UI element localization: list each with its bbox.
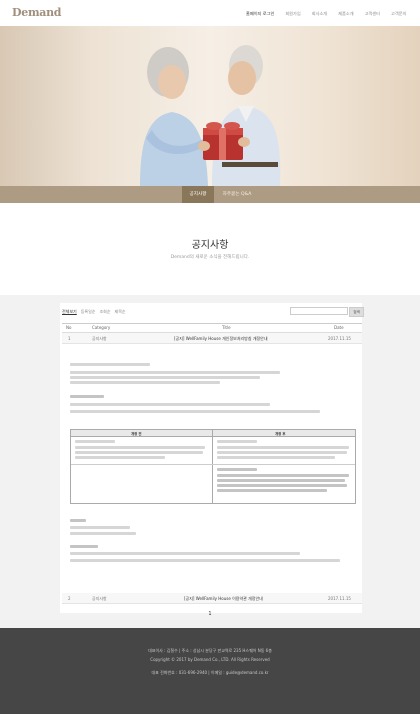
top-header: Demand 홈페이지 로그인 회원가입 회사소개 제품소개 고객센터 고객문의 bbox=[0, 0, 420, 27]
row-date: 2017.11.15 bbox=[328, 336, 351, 341]
page-subtitle: Demand의 새로운 소식을 전해드립니다. bbox=[170, 255, 250, 260]
sub-tab-bar: 공지사항 자주묻는 Q&A bbox=[0, 186, 420, 203]
nav-item-products[interactable]: 제품소개 bbox=[338, 11, 353, 19]
main-nav: 홈페이지 로그인 회원가입 회사소개 제품소개 고객센터 고객문의 bbox=[246, 11, 417, 19]
table-row[interactable]: 1 공지사항 [공지] WellFamily House 개인정보처리방침 개정… bbox=[62, 333, 362, 344]
row-category: 공지사항 bbox=[92, 336, 107, 341]
table-header: No Category Title Date bbox=[62, 323, 362, 333]
nav-item-about[interactable]: 회사소개 bbox=[312, 11, 327, 19]
search-button[interactable]: 검색 bbox=[349, 307, 364, 317]
sort-all[interactable]: 전체보기 bbox=[62, 309, 77, 315]
notice-board: 전체보기 등록일순 조회순 제목순 검색 No Category Title D… bbox=[60, 303, 364, 613]
row-title[interactable]: [공지] WellFamily House 개인정보처리방침 개정안내 bbox=[174, 336, 268, 342]
nav-item-login[interactable]: 홈페이지 로그인 bbox=[246, 11, 274, 19]
col-no: No bbox=[66, 325, 72, 330]
post-content: 개정 전 개정 후 bbox=[68, 363, 358, 589]
row-no: 1 bbox=[68, 336, 71, 341]
tab-faq[interactable]: 자주묻는 Q&A bbox=[220, 186, 254, 203]
table-row[interactable]: 2 공지사항 [공지] WellFamily House 이용약관 개정안내 2… bbox=[62, 593, 362, 604]
row-no: 2 bbox=[68, 596, 71, 601]
sort-views[interactable]: 조회순 bbox=[99, 309, 110, 315]
col-category: Category bbox=[92, 325, 111, 330]
revision-before-header: 개정 전 bbox=[131, 432, 142, 436]
site-footer: 대표이사 : 김철수 | 주소 : 성남시 분당구 판교역로 235 H스퀘어 … bbox=[0, 628, 420, 714]
tab-notice[interactable]: 공지사항 bbox=[182, 186, 214, 203]
col-title: Title bbox=[222, 325, 231, 330]
sort-title[interactable]: 제목순 bbox=[115, 309, 126, 315]
hero-banner bbox=[0, 26, 420, 186]
footer-copyright: Copyright © 2017 by Demand Co., LTD. All… bbox=[150, 657, 270, 662]
revision-table: 개정 전 개정 후 bbox=[70, 429, 356, 504]
row-title[interactable]: [공지] WellFamily House 이용약관 개정안내 bbox=[184, 596, 263, 602]
brand-logo[interactable]: Demand bbox=[12, 6, 62, 19]
row-date: 2017.11.15 bbox=[328, 596, 351, 601]
revision-after-header: 개정 후 bbox=[275, 432, 286, 436]
footer-contact: 대표 전화번호 : 031-696-2940 | 이메일 : guide@dem… bbox=[151, 670, 269, 675]
sort-date[interactable]: 등록일순 bbox=[81, 309, 96, 315]
nav-item-support[interactable]: 고객센터 bbox=[365, 11, 380, 19]
col-date: Date bbox=[334, 325, 344, 330]
elderly-couple-photo bbox=[140, 45, 281, 186]
page-title: 공지사항 bbox=[191, 240, 229, 251]
nav-item-signup[interactable]: 회원가입 bbox=[285, 11, 300, 19]
sort-options: 전체보기 등록일순 조회순 제목순 bbox=[62, 309, 130, 315]
footer-company-info: 대표이사 : 김철수 | 주소 : 성남시 분당구 판교역로 235 H스퀘어 … bbox=[148, 648, 272, 653]
nav-item-inquiry[interactable]: 고객문의 bbox=[391, 11, 406, 19]
page-number[interactable]: 1 bbox=[206, 610, 214, 618]
search-input[interactable] bbox=[290, 307, 348, 315]
row-category: 공지사항 bbox=[92, 596, 107, 601]
